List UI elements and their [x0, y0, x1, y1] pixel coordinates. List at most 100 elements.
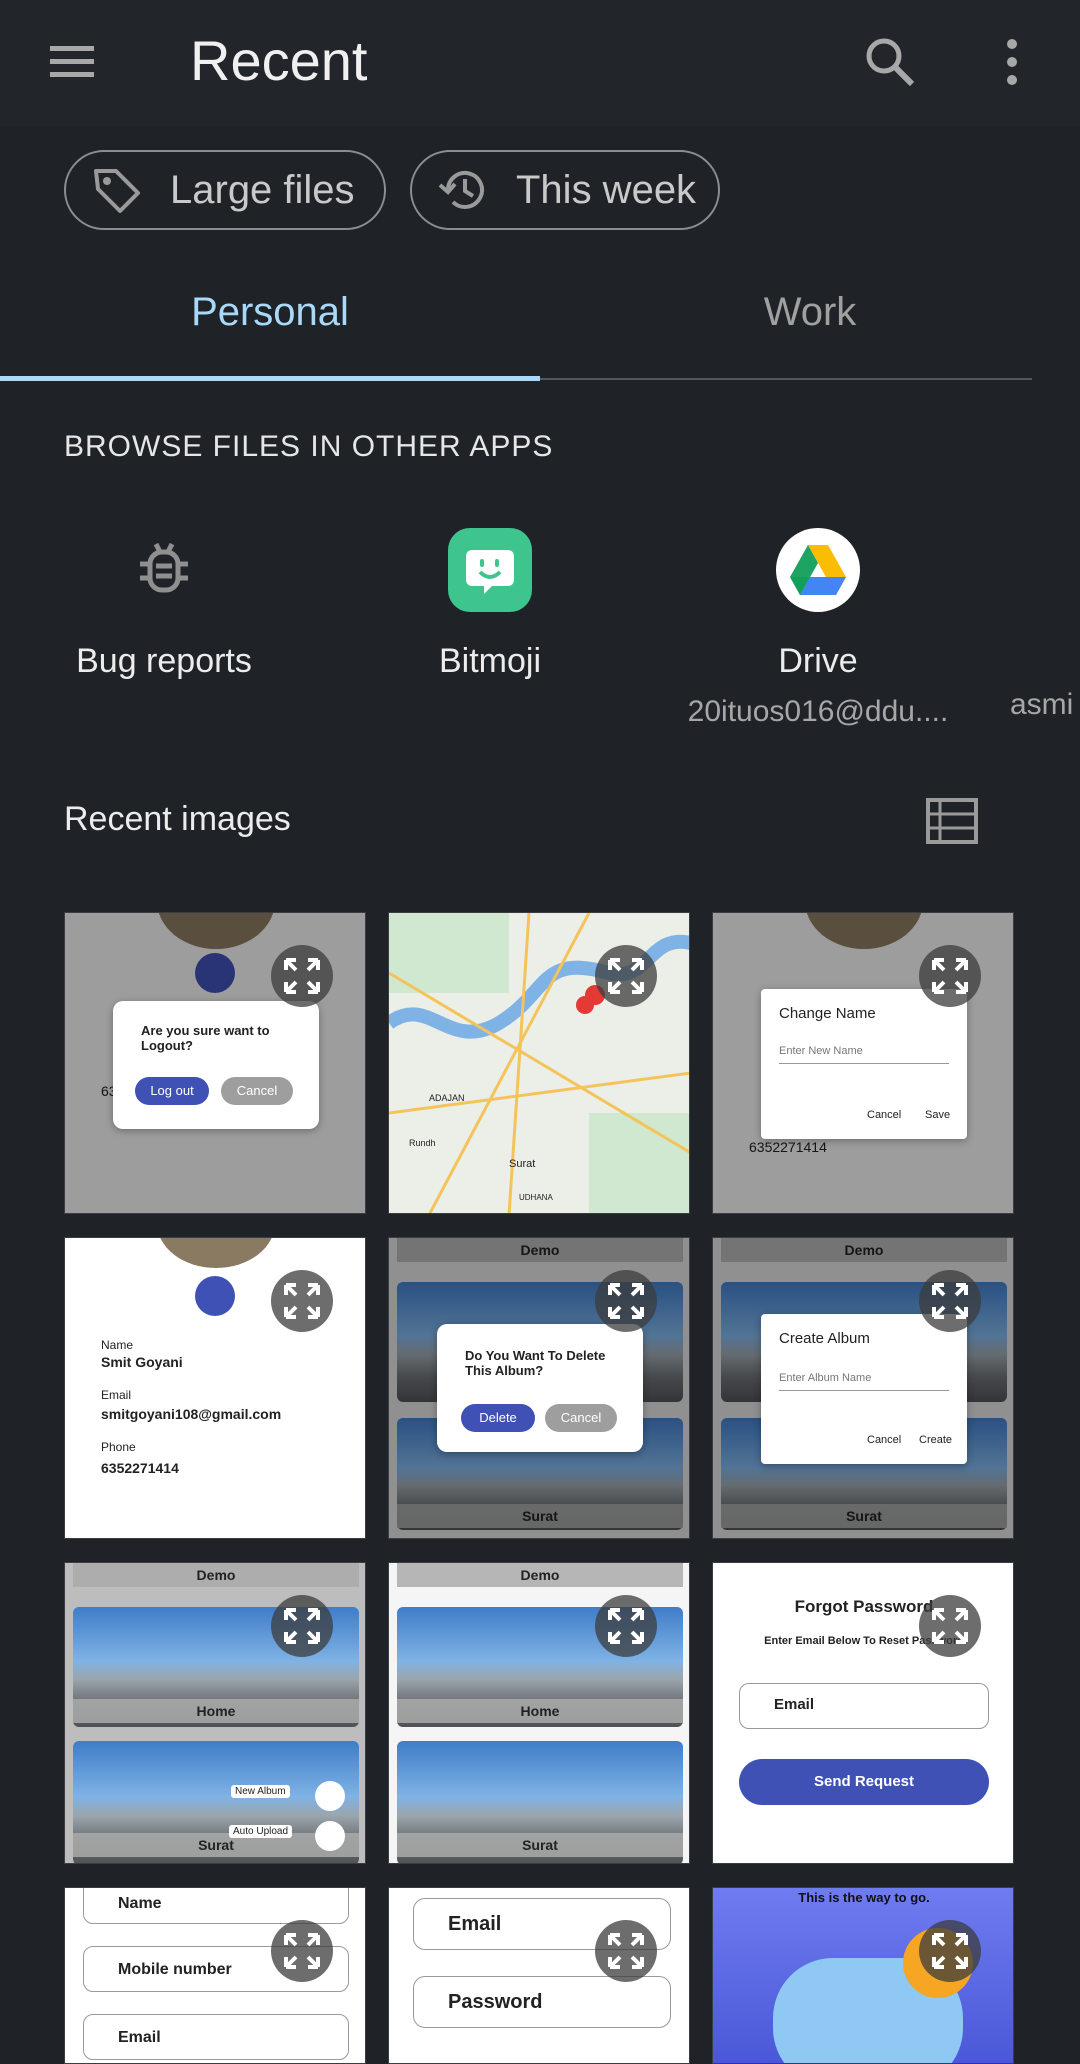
email-placeholder: Email — [774, 1696, 815, 1713]
change-name-dialog: Change Name Enter New Name Cancel Save — [761, 989, 967, 1139]
browse-section-title: BROWSE FILES IN OTHER APPS — [64, 430, 554, 463]
upload-fab-icon — [315, 1821, 345, 1851]
camera-icon — [195, 1276, 235, 1316]
image-thumbnail[interactable]: 6352271414 Change Name Enter New Name Ca… — [712, 912, 1014, 1214]
create-button: Create — [919, 1434, 953, 1446]
image-thumbnail[interactable]: Demo Home Surat — [388, 1562, 690, 1864]
app-bitmoji[interactable]: Bitmoji — [340, 528, 640, 681]
page-title: Recent — [190, 29, 368, 92]
expand-icon[interactable] — [595, 945, 657, 1007]
album-label: Surat — [397, 1833, 683, 1857]
expand-icon[interactable] — [919, 1270, 981, 1332]
cancel-button: Cancel — [221, 1077, 293, 1105]
delete-album-dialog: Do You Want To Delete This Album? Delete… — [437, 1324, 643, 1452]
list-view-icon[interactable] — [926, 798, 978, 844]
image-thumbnail[interactable]: 6352271414 Are you sure want to Logout? … — [64, 912, 366, 1214]
chip-label: This week — [516, 167, 697, 212]
chip-this-week[interactable]: This week — [410, 150, 720, 230]
google-drive-icon — [776, 528, 860, 612]
app-name: Drive — [778, 642, 858, 680]
avatar — [157, 1238, 275, 1268]
app-bar: Recent — [0, 0, 1080, 126]
fab-label: New Album — [231, 1785, 290, 1798]
field-label: Email — [448, 1913, 502, 1935]
app-name: Bitmoji — [438, 642, 542, 680]
dialog-text: Do You Want To Delete This Album? — [465, 1348, 606, 1378]
expand-icon[interactable] — [919, 1920, 981, 1982]
expand-icon[interactable] — [271, 1270, 333, 1332]
name-field: Name — [83, 1888, 349, 1924]
logout-dialog: Are you sure want to Logout? Log out Can… — [113, 1001, 319, 1129]
map-label: Surat — [509, 1158, 536, 1170]
image-thumbnail[interactable]: Demo Surat Do You Want To Delete This Al… — [388, 1237, 690, 1539]
save-button: Save — [925, 1109, 951, 1121]
email-value: smitgoyani108@gmail.com — [101, 1406, 282, 1422]
tab-indicator — [0, 376, 540, 381]
search-icon[interactable] — [862, 34, 918, 90]
dialog-title: Create Album — [779, 1330, 870, 1347]
image-thumbnail[interactable]: Name Smit Goyani Email smitgoyani108@gma… — [64, 1237, 366, 1539]
map-label: ADAJAN — [429, 1093, 465, 1103]
album-label: Demo — [397, 1563, 683, 1587]
image-thumbnail[interactable]: Email Password — [388, 1887, 690, 2064]
bitmoji-icon — [448, 528, 532, 612]
chip-label: Large files — [170, 167, 355, 212]
album-label: Home — [73, 1699, 359, 1723]
app-account: 20ituos016@ddu.... — [687, 695, 949, 728]
field-label: Email — [118, 2029, 161, 2046]
create-album-dialog: Create Album Enter Album Name Cancel Cre… — [761, 1314, 967, 1464]
dialog-title: Change Name — [779, 1005, 876, 1022]
field-label: Mobile number — [118, 1961, 232, 1978]
expand-icon[interactable] — [271, 1595, 333, 1657]
chip-large-files[interactable]: Large files — [64, 150, 386, 230]
image-thumbnail[interactable]: Demo Home Surat New Album Auto Upload — [64, 1562, 366, 1864]
image-thumbnail[interactable]: This is the way to go. — [712, 1887, 1014, 2064]
caption-text: This is the way to go. — [798, 1890, 930, 1905]
expand-icon[interactable] — [271, 1920, 333, 1982]
name-input: Enter New Name — [779, 1045, 949, 1064]
app-name: Bug reports — [76, 642, 252, 680]
album-name-input: Enter Album Name — [779, 1372, 949, 1391]
cancel-button: Cancel — [545, 1404, 617, 1432]
album-label: Demo — [73, 1563, 359, 1587]
image-thumbnail[interactable]: Demo Surat Create Album Enter Album Name… — [712, 1237, 1014, 1539]
email-label: Email — [101, 1388, 132, 1402]
map-label: UDHANA — [519, 1193, 553, 1202]
cancel-button: Cancel — [867, 1109, 902, 1121]
delete-button: Delete — [461, 1404, 535, 1432]
recent-images-title: Recent images — [64, 800, 291, 838]
tag-icon — [94, 169, 140, 213]
menu-icon[interactable] — [44, 34, 100, 90]
phone-value: 6352271414 — [101, 1460, 179, 1476]
dialog-text: Are you sure want to Logout? — [141, 1023, 270, 1053]
field-label: Name — [118, 1895, 162, 1912]
app-bug-reports[interactable]: Bug reports — [14, 528, 314, 681]
image-thumbnail[interactable]: Name Mobile number Email — [64, 1887, 366, 2064]
expand-icon[interactable] — [919, 945, 981, 1007]
more-vert-icon[interactable] — [996, 34, 1028, 90]
logout-button: Log out — [135, 1077, 209, 1105]
cancel-button: Cancel — [867, 1434, 902, 1446]
expand-icon[interactable] — [595, 1270, 657, 1332]
phone-label: Phone — [101, 1440, 136, 1454]
send-request-button: Send Request — [739, 1759, 989, 1805]
expand-icon[interactable] — [919, 1595, 981, 1657]
image-thumbnail[interactable]: Surat ADAJAN Rundh UDHANA — [388, 912, 690, 1214]
password-field: Password — [413, 1976, 671, 2028]
expand-icon[interactable] — [595, 1595, 657, 1657]
email-field: Email — [739, 1683, 989, 1729]
album-label: Home — [397, 1699, 683, 1723]
image-thumbnail[interactable]: Forgot Password Enter Email Below To Res… — [712, 1562, 1014, 1864]
bug-icon — [122, 528, 206, 612]
field-label: Password — [448, 1991, 543, 2013]
tab-personal[interactable]: Personal — [0, 290, 540, 335]
name-label: Name — [101, 1338, 134, 1352]
new-album-fab-icon — [315, 1781, 345, 1811]
app-drive[interactable]: Drive 20ituos016@ddu.... — [668, 528, 968, 729]
expand-icon[interactable] — [595, 1920, 657, 1982]
tab-work[interactable]: Work — [540, 290, 1080, 335]
map-label: Rundh — [409, 1138, 436, 1148]
fab-label: Auto Upload — [229, 1825, 293, 1838]
app-partial-label: asmi — [1010, 688, 1074, 721]
expand-icon[interactable] — [271, 945, 333, 1007]
